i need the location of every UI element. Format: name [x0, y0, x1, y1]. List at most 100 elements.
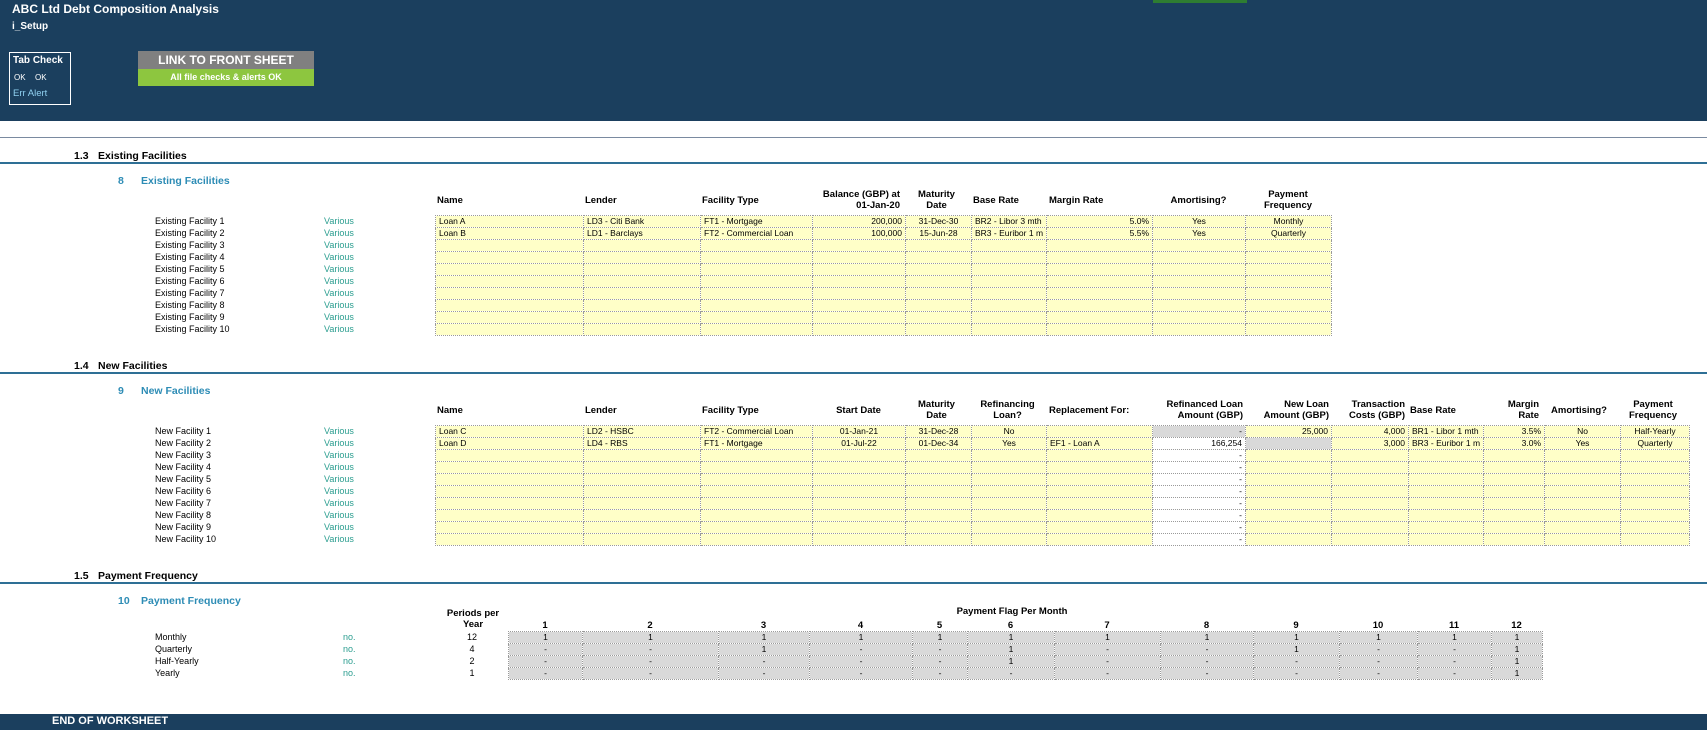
input-cell[interactable]	[971, 461, 1047, 474]
input-cell[interactable]	[435, 287, 584, 300]
input-cell[interactable]	[1152, 299, 1246, 312]
input-cell[interactable]	[971, 497, 1047, 510]
input-cell[interactable]	[1245, 497, 1332, 510]
input-cell[interactable]	[812, 263, 906, 276]
input-cell[interactable]	[583, 323, 701, 336]
input-cell[interactable]	[1046, 473, 1153, 486]
input-cell[interactable]	[1046, 461, 1153, 474]
input-cell[interactable]	[1046, 323, 1153, 336]
input-cell[interactable]: BR2 - Libor 3 mth	[971, 215, 1047, 228]
input-cell[interactable]: -	[1152, 533, 1246, 546]
input-cell[interactable]	[435, 473, 584, 486]
input-cell[interactable]	[1152, 275, 1246, 288]
input-cell[interactable]	[1620, 461, 1690, 474]
input-cell[interactable]	[905, 485, 972, 498]
input-cell[interactable]	[1408, 485, 1484, 498]
input-cell[interactable]	[1408, 521, 1484, 534]
input-cell[interactable]	[435, 521, 584, 534]
link-to-front-sheet-button[interactable]: LINK TO FRONT SHEET	[138, 51, 314, 69]
input-cell[interactable]	[905, 287, 972, 300]
input-cell[interactable]: No	[1544, 425, 1621, 438]
input-cell[interactable]	[1331, 461, 1409, 474]
input-cell[interactable]: LD4 - RBS	[583, 437, 701, 450]
input-cell[interactable]: EF1 - Loan A	[1046, 437, 1153, 450]
input-cell[interactable]	[1544, 485, 1621, 498]
input-cell[interactable]	[812, 497, 906, 510]
input-cell[interactable]	[583, 251, 701, 264]
input-cell[interactable]	[1046, 521, 1153, 534]
input-cell[interactable]: No	[971, 425, 1047, 438]
input-cell[interactable]	[435, 485, 584, 498]
input-cell[interactable]: -	[1152, 509, 1246, 522]
input-cell[interactable]	[971, 509, 1047, 522]
input-cell[interactable]	[812, 287, 906, 300]
input-cell[interactable]	[905, 449, 972, 462]
input-cell[interactable]	[971, 299, 1047, 312]
input-cell[interactable]	[435, 311, 584, 324]
input-cell[interactable]	[1408, 461, 1484, 474]
input-cell[interactable]	[700, 299, 813, 312]
input-cell[interactable]: -	[1152, 497, 1246, 510]
input-cell[interactable]	[1408, 497, 1484, 510]
input-cell[interactable]	[583, 533, 701, 546]
input-cell[interactable]	[1245, 449, 1332, 462]
input-cell[interactable]: 5.0%	[1046, 215, 1153, 228]
input-cell[interactable]: BR1 - Libor 1 mth	[1408, 425, 1484, 438]
input-cell[interactable]: LD2 - HSBC	[583, 425, 701, 438]
input-cell[interactable]: 3,000	[1331, 437, 1409, 450]
input-cell[interactable]	[700, 509, 813, 522]
input-cell[interactable]	[905, 311, 972, 324]
input-cell[interactable]	[1483, 473, 1545, 486]
input-cell[interactable]: 200,000	[812, 215, 906, 228]
input-cell[interactable]	[1408, 473, 1484, 486]
input-cell[interactable]	[1046, 449, 1153, 462]
input-cell[interactable]	[1245, 251, 1332, 264]
input-cell[interactable]	[1046, 497, 1153, 510]
input-cell[interactable]	[700, 461, 813, 474]
input-cell[interactable]	[1331, 473, 1409, 486]
input-cell[interactable]: 5.5%	[1046, 227, 1153, 240]
input-cell[interactable]	[1046, 311, 1153, 324]
input-cell[interactable]	[812, 251, 906, 264]
input-cell[interactable]	[1046, 425, 1153, 438]
input-cell[interactable]	[1245, 521, 1332, 534]
input-cell[interactable]	[1245, 509, 1332, 522]
input-cell[interactable]	[700, 497, 813, 510]
input-cell[interactable]	[971, 251, 1047, 264]
input-cell[interactable]: 100,000	[812, 227, 906, 240]
input-cell[interactable]	[583, 263, 701, 276]
input-cell[interactable]	[971, 485, 1047, 498]
input-cell[interactable]	[700, 473, 813, 486]
input-cell[interactable]	[812, 323, 906, 336]
input-cell[interactable]	[1046, 533, 1153, 546]
input-cell[interactable]: Loan D	[435, 437, 584, 450]
input-cell[interactable]: FT2 - Commercial Loan	[700, 227, 813, 240]
input-cell[interactable]	[700, 323, 813, 336]
input-cell[interactable]: FT1 - Mortgage	[700, 215, 813, 228]
input-cell[interactable]	[1544, 509, 1621, 522]
input-cell[interactable]	[435, 461, 584, 474]
input-cell[interactable]	[905, 533, 972, 546]
input-cell[interactable]: Loan C	[435, 425, 584, 438]
input-cell[interactable]	[1544, 461, 1621, 474]
input-cell[interactable]	[1046, 251, 1153, 264]
input-cell[interactable]	[1620, 533, 1690, 546]
input-cell[interactable]	[583, 449, 701, 462]
input-cell[interactable]	[905, 473, 972, 486]
input-cell[interactable]	[435, 323, 584, 336]
input-cell[interactable]	[1331, 509, 1409, 522]
input-cell[interactable]	[435, 299, 584, 312]
input-cell[interactable]	[700, 449, 813, 462]
input-cell[interactable]: -	[1152, 485, 1246, 498]
input-cell[interactable]: Monthly	[1245, 215, 1332, 228]
input-cell[interactable]	[1408, 449, 1484, 462]
input-cell[interactable]	[1245, 239, 1332, 252]
input-cell[interactable]	[1331, 521, 1409, 534]
input-cell[interactable]	[1245, 323, 1332, 336]
input-cell[interactable]	[812, 485, 906, 498]
input-cell[interactable]	[1331, 497, 1409, 510]
input-cell[interactable]: -	[1152, 473, 1246, 486]
input-cell[interactable]	[1245, 461, 1332, 474]
input-cell[interactable]	[1046, 239, 1153, 252]
input-cell[interactable]	[971, 533, 1047, 546]
